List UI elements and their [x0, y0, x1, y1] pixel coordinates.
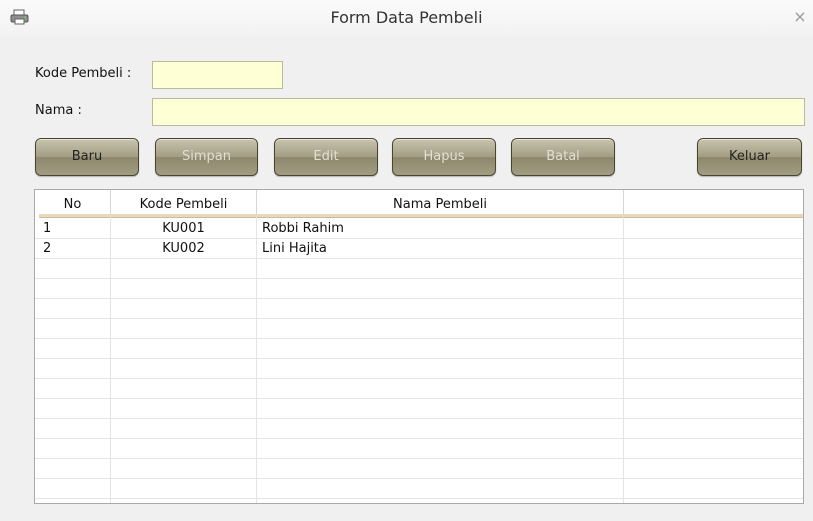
column-header-kode-pembeli[interactable]: Kode Pembeli	[111, 190, 257, 215]
cell-no: 1	[43, 221, 52, 236]
empty-row	[35, 399, 803, 419]
nama-field[interactable]	[152, 98, 805, 126]
header-divider	[39, 214, 803, 218]
column-header-empty[interactable]	[624, 190, 803, 215]
table-row[interactable]: 1 KU001 Robbi Rahim	[35, 219, 803, 239]
empty-row	[35, 319, 803, 339]
window-title: Form Data Pembeli	[330, 8, 483, 27]
batal-button[interactable]: Batal	[511, 138, 615, 176]
empty-row	[35, 459, 803, 479]
nama-label: Nama :	[35, 103, 82, 118]
empty-row	[35, 379, 803, 399]
column-header-no[interactable]: No	[35, 190, 111, 215]
cell-kode: KU002	[162, 241, 205, 256]
empty-row	[35, 439, 803, 459]
kode-pembeli-label: Kode Pembeli :	[35, 66, 132, 81]
empty-row	[35, 339, 803, 359]
simpan-button[interactable]: Simpan	[155, 138, 258, 176]
keluar-button[interactable]: Keluar	[697, 138, 802, 176]
cell-nama: Robbi Rahim	[262, 221, 344, 236]
hapus-button[interactable]: Hapus	[392, 138, 496, 176]
cell-nama: Lini Hajita	[262, 241, 327, 256]
empty-row	[35, 279, 803, 299]
cell-no: 2	[43, 241, 52, 256]
table-header: No Kode Pembeli Nama Pembeli	[35, 190, 803, 218]
buyer-table[interactable]: No Kode Pembeli Nama Pembeli 1 KU001 Rob…	[34, 189, 804, 504]
empty-row	[35, 259, 803, 279]
table-row[interactable]: 2 KU002 Lini Hajita	[35, 239, 803, 259]
close-icon[interactable]: ×	[789, 6, 811, 28]
empty-row	[35, 479, 803, 499]
title-bar: Form Data Pembeli ×	[0, 0, 813, 36]
empty-row	[35, 419, 803, 439]
column-header-nama-pembeli[interactable]: Nama Pembeli	[257, 190, 624, 215]
baru-button[interactable]: Baru	[35, 138, 139, 176]
edit-button[interactable]: Edit	[274, 138, 378, 176]
empty-row	[35, 299, 803, 319]
cell-kode: KU001	[162, 221, 205, 236]
kode-pembeli-field[interactable]	[152, 61, 283, 89]
empty-row	[35, 359, 803, 379]
